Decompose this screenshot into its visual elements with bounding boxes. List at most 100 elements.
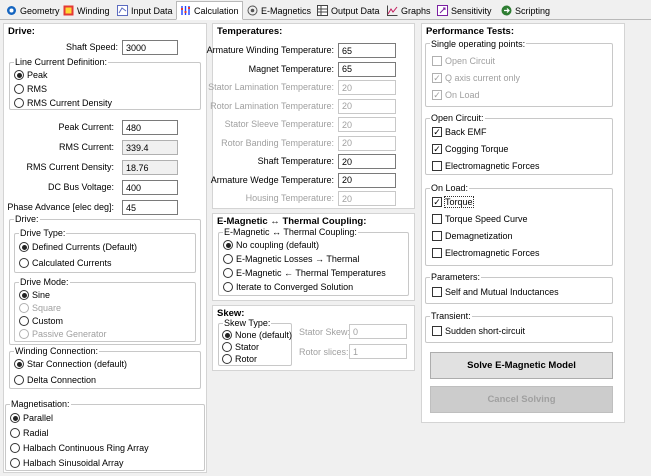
checkbox-torque-speed-curve[interactable]: Torque Speed Curve	[432, 214, 528, 224]
radio-selected-icon	[10, 413, 20, 423]
calculation-icon	[180, 5, 191, 16]
radio-icon	[10, 458, 20, 468]
radio-selected-icon	[19, 290, 29, 300]
radio-radial[interactable]: Radial	[10, 428, 49, 438]
checkbox-on-load-single: ✓ On Load	[432, 90, 480, 100]
checkbox-em-forces-oc[interactable]: Electromagnetic Forces	[432, 161, 540, 171]
option-label: Demagnetization	[445, 231, 513, 241]
check-icon: ✓	[432, 126, 442, 137]
radio-custom[interactable]: Custom	[19, 316, 63, 326]
radio-icon	[19, 316, 29, 326]
checkbox-inductances[interactable]: Self and Mutual Inductances	[432, 287, 559, 297]
peak-current-input[interactable]	[122, 120, 178, 135]
stator-skew-label: Stator Skew:	[299, 327, 351, 337]
option-label: Iterate to Converged Solution	[236, 282, 354, 292]
tab-e-magnetics[interactable]: E-Magnetics	[243, 2, 315, 19]
tab-label: Calculation	[194, 5, 239, 16]
option-label: Rotor	[235, 354, 258, 364]
option-label: Electromagnetic Forces	[445, 161, 540, 171]
tab-graphs[interactable]: Graphs	[383, 2, 435, 19]
rms-current-label: RMS Current:	[58, 142, 114, 152]
radio-selected-icon	[14, 359, 24, 369]
rotor-slices-label: Rotor slices:	[299, 347, 349, 357]
check-icon: ✓	[432, 72, 442, 83]
gear-icon	[6, 5, 17, 16]
solve-e-magnetic-model-button[interactable]: Solve E-Magnetic Model	[430, 352, 613, 379]
radio-skew-stator[interactable]: Stator	[222, 342, 259, 352]
tab-label: Scripting	[515, 5, 551, 16]
option-label: Star Connection (default)	[27, 359, 128, 369]
radio-icon	[222, 342, 232, 352]
tab-scripting[interactable]: Scripting	[497, 2, 554, 19]
radio-calculated-currents[interactable]: Calculated Currents	[19, 258, 112, 268]
radio-losses-to-thermal[interactable]: E-Magnetic Losses → Thermal	[223, 254, 359, 264]
temperature-label: Shaft Temperature:	[257, 156, 334, 166]
radio-rms[interactable]: RMS	[14, 84, 47, 94]
tab-input-data[interactable]: Input Data	[113, 2, 177, 19]
winding-icon	[63, 5, 74, 16]
temperature-input[interactable]	[338, 172, 396, 188]
radio-iterate-converged[interactable]: Iterate to Converged Solution	[223, 282, 353, 292]
performance-tests-heading: Performance Tests:	[426, 26, 514, 37]
tab-label: Geometry	[20, 5, 60, 16]
checkbox-em-forces-ol[interactable]: Electromagnetic Forces	[432, 248, 540, 258]
temperature-label: Stator Sleeve Temperature:	[224, 119, 334, 129]
radio-thermal-temperatures[interactable]: E-Magnetic ← Thermal Temperatures	[223, 268, 386, 278]
on-load-group: On Load: ✓ Torque Torque Speed Curve Dema…	[425, 183, 613, 266]
radio-no-coupling[interactable]: No coupling (default)	[223, 240, 319, 250]
radio-sine[interactable]: Sine	[19, 290, 50, 300]
checkbox-icon	[432, 248, 442, 258]
temperature-input[interactable]	[338, 61, 396, 77]
tab-sensitivity[interactable]: Sensitivity	[433, 2, 496, 19]
temperature-input[interactable]	[338, 154, 396, 169]
radio-parallel[interactable]: Parallel	[10, 413, 53, 423]
option-label: On Load	[445, 90, 480, 100]
peak-current-label: Peak Current:	[58, 122, 114, 132]
radio-icon	[14, 375, 24, 385]
phase-advance-input[interactable]	[122, 200, 178, 215]
radio-defined-currents[interactable]: Defined Currents (Default)	[19, 242, 137, 252]
graphs-icon	[387, 5, 398, 16]
radio-peak[interactable]: Peak	[14, 70, 48, 80]
checkbox-demagnetization[interactable]: Demagnetization	[432, 231, 513, 241]
tab-winding[interactable]: Winding	[59, 2, 114, 19]
tab-geometry[interactable]: Geometry	[2, 2, 64, 19]
open-circuit-group: Open Circuit: ✓ Back EMF ✓ Cogging Torque …	[425, 113, 613, 175]
scripting-icon	[501, 5, 512, 16]
temperature-input[interactable]	[338, 43, 396, 58]
option-label: Square	[32, 303, 62, 313]
winding-connection-group: Winding Connection: Star Connection (def…	[9, 346, 201, 389]
checkbox-icon	[432, 231, 442, 241]
radio-skew-rotor[interactable]: Rotor	[222, 354, 257, 364]
checkbox-icon	[432, 326, 442, 336]
radio-icon	[10, 428, 20, 438]
radio-square: Square	[19, 303, 61, 313]
coupling-group: E-Magnetic ↔ Thermal Coupling: No coupli…	[218, 227, 409, 296]
radio-star-connection[interactable]: Star Connection (default)	[14, 359, 127, 369]
radio-rms-current-density[interactable]: RMS Current Density	[14, 98, 112, 108]
drive-mode-group: Drive Mode: Sine Square Custom Passive G…	[14, 277, 196, 342]
tab-calculation[interactable]: Calculation	[176, 1, 243, 20]
shaft-speed-input[interactable]	[122, 40, 178, 55]
checkbox-cogging-torque[interactable]: ✓ Cogging Torque	[432, 144, 508, 154]
checkbox-q-axis-current: ✓ Q axis current only	[432, 73, 520, 83]
phase-advance-label: Phase Advance [elec deg]:	[7, 202, 114, 212]
performance-tests-section: Performance Tests: Single operating poin…	[421, 23, 625, 423]
radio-skew-none[interactable]: None (default)	[222, 330, 292, 340]
checkbox-back-emf[interactable]: ✓ Back EMF	[432, 127, 487, 137]
checkbox-sudden-short-circuit[interactable]: Sudden short-circuit	[432, 326, 525, 336]
radio-delta-connection[interactable]: Delta Connection	[14, 375, 96, 385]
checkbox-icon	[432, 287, 442, 297]
temperature-label: Stator Lamination Temperature:	[208, 82, 334, 92]
drive-group: Drive: Drive Type: Defined Currents (Def…	[9, 214, 201, 345]
checkbox-torque[interactable]: ✓ Torque	[432, 196, 474, 208]
temperature-label: Rotor Banding Temperature:	[221, 137, 334, 148]
radio-selected-icon	[223, 240, 233, 250]
radio-halbach-continuous[interactable]: Halbach Continuous Ring Array	[10, 443, 149, 453]
dc-bus-voltage-input[interactable]	[122, 180, 178, 195]
rms-current-input	[122, 140, 178, 155]
tab-output-data[interactable]: Output Data	[313, 2, 384, 19]
radio-halbach-sinusoidal[interactable]: Halbach Sinusoidal Array	[10, 458, 124, 468]
temperature-label: Armature Winding Temperature:	[206, 45, 334, 55]
cancel-solving-button: Cancel Solving	[430, 386, 613, 413]
